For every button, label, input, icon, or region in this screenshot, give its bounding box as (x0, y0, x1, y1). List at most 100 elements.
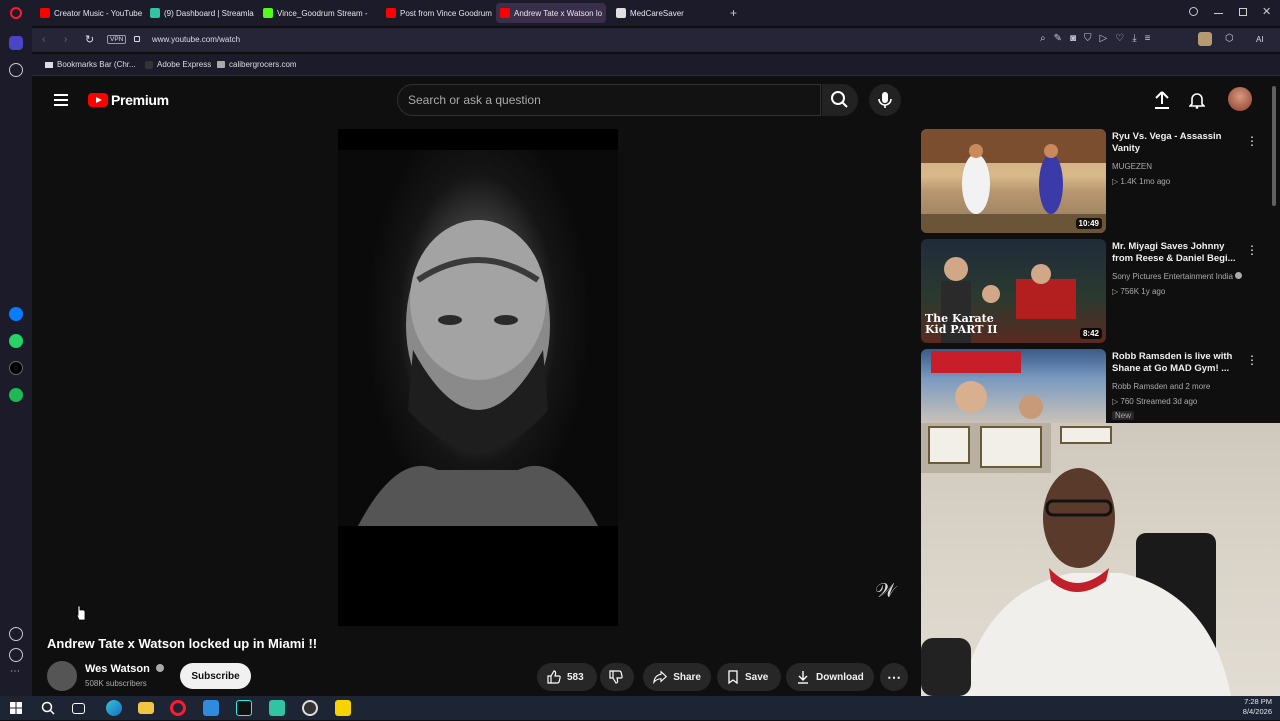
channel-avatar[interactable] (47, 661, 77, 691)
youtube-logo-icon[interactable] (88, 93, 108, 107)
messenger-icon[interactable] (9, 307, 23, 321)
zoom-icon[interactable]: ⌕ (1040, 33, 1046, 44)
browser-sidebar: ⋯ (0, 26, 32, 696)
recommendation-thumbnail[interactable]: The Karate Kid PART II 8:42 (921, 239, 1106, 343)
streamlabs-icon[interactable] (269, 700, 285, 716)
heart-icon[interactable] (9, 627, 23, 641)
recommendation-title[interactable]: Ryu Vs. Vega - Assassin Vanity (1112, 131, 1242, 155)
tab-medcaresaver[interactable]: MedCareSaver (612, 3, 702, 23)
channel-watermark-icon[interactable]: 𝒲 (875, 578, 896, 602)
recommendation-channel[interactable]: MUGEZEN (1112, 162, 1152, 171)
recommendation-channel[interactable]: Robb Ramsden and 2 more (1112, 382, 1210, 391)
youtube-favicon-icon (386, 8, 396, 18)
more-options-icon[interactable]: ⋮ (1246, 243, 1258, 257)
star-icon[interactable] (9, 63, 23, 77)
tab-post-vince[interactable]: Post from Vince Goodrum (382, 3, 492, 23)
heart-icon[interactable]: ♡ (1115, 33, 1124, 44)
medcaresaver-favicon-icon (616, 8, 626, 18)
hamburger-menu-icon[interactable] (54, 94, 68, 106)
history-icon[interactable] (9, 648, 23, 662)
more-options-icon[interactable]: ⋮ (1246, 134, 1258, 148)
x-icon[interactable] (9, 361, 23, 375)
shield-icon[interactable]: ⛉ (1084, 33, 1092, 44)
youtube-premium-logo[interactable]: Premium (111, 92, 169, 108)
voice-search-button[interactable] (869, 84, 901, 116)
search-icon (831, 91, 848, 108)
like-button[interactable]: 583 (537, 663, 597, 691)
channel-name[interactable]: Wes Watson (85, 663, 164, 675)
more-actions-button[interactable]: ⋯ (880, 663, 908, 691)
bookmark-item[interactable]: Adobe Express (145, 60, 211, 69)
subscribe-button[interactable]: Subscribe (180, 663, 251, 689)
reload-icon[interactable]: ↻ (85, 33, 94, 46)
adobe-icon (145, 60, 153, 69)
folder-icon (45, 61, 53, 68)
tab-streamlabs[interactable]: (9) Dashboard | Streamlab (146, 3, 254, 23)
forward-arrow-icon[interactable]: › (64, 34, 67, 45)
download-icon[interactable]: ⤓ (1132, 33, 1136, 44)
download-button[interactable]: Download (786, 663, 874, 691)
spotify-icon[interactable] (9, 388, 23, 402)
more-options-icon[interactable]: ⋮ (1246, 353, 1258, 367)
windows-start-icon[interactable] (8, 700, 24, 716)
new-tab-plus-icon[interactable]: + (730, 6, 737, 20)
back-arrow-icon[interactable]: ‹ (42, 34, 45, 45)
bell-icon[interactable] (1189, 91, 1205, 109)
whatsapp-icon[interactable] (9, 334, 23, 348)
windows-taskbar (0, 696, 1280, 720)
tab-creator-music[interactable]: Creator Music - YouTube S (36, 3, 142, 23)
search-tabs-icon[interactable] (1189, 7, 1198, 16)
maximize-window-icon[interactable] (1239, 8, 1247, 16)
edit-icon[interactable]: ✎ (1054, 33, 1062, 44)
tab-andrew-tate-active[interactable]: Andrew Tate x Watson lo (496, 3, 606, 23)
scrollbar[interactable] (1272, 86, 1276, 206)
minimize-window-icon[interactable] (1214, 13, 1223, 14)
recommendation-title[interactable]: Robb Ramsden is live with Shane at Go MA… (1112, 351, 1242, 375)
upload-icon[interactable] (1154, 91, 1170, 109)
ai-button[interactable]: AI (1256, 35, 1264, 44)
vpn-badge[interactable]: VPN (107, 35, 127, 44)
tab-kick-stream[interactable]: Vince_Goodrum Stream - (259, 3, 369, 23)
file-explorer-icon[interactable] (138, 702, 154, 714)
recommendation-thumbnail[interactable] (921, 349, 1106, 423)
bookmark-item[interactable]: calibergrocers.com (217, 60, 297, 69)
extensions-icon[interactable]: ⬡ (1225, 33, 1234, 44)
tiktok-icon[interactable] (236, 700, 252, 716)
recommendation-channel[interactable]: Sony Pictures Entertainment India (1112, 272, 1243, 281)
bookmark-icon (728, 670, 738, 684)
recommendation-thumbnail[interactable]: 10:49 (921, 129, 1106, 233)
dislike-button[interactable] (600, 663, 634, 691)
menu-icon[interactable]: ≡ (1145, 33, 1151, 44)
edge-browser-icon[interactable] (106, 700, 122, 716)
obs-icon[interactable] (302, 700, 318, 716)
verified-icon (155, 664, 164, 672)
play-count-icon: ▷ (1112, 397, 1119, 406)
task-view-icon[interactable] (72, 703, 85, 714)
bookmark-item[interactable]: Bookmarks Bar (Chr... (45, 60, 136, 69)
recommendation-title[interactable]: Mr. Miyagi Saves Johnny from Reese & Dan… (1112, 241, 1242, 265)
cart-icon (217, 61, 225, 68)
opera-browser-icon[interactable] (170, 700, 186, 716)
search-button[interactable] (822, 84, 858, 116)
opera-logo-icon[interactable] (10, 7, 22, 19)
streamlabs-favicon-icon (150, 8, 160, 18)
youtube-favicon-icon (40, 8, 50, 18)
thumbs-down-icon (609, 670, 623, 684)
camera-icon[interactable]: ◙ (1070, 33, 1076, 44)
sticky-notes-icon[interactable] (335, 700, 351, 716)
more-icon[interactable]: ⋯ (10, 666, 20, 677)
video-frame-portrait (338, 150, 618, 526)
url-field[interactable]: www.youtube.com/watch (152, 35, 240, 44)
system-clock[interactable]: 7:28 PM 8/4/2026 (1243, 697, 1272, 717)
save-button[interactable]: Save (717, 663, 781, 691)
store-icon[interactable] (203, 700, 219, 716)
search-icon[interactable] (40, 700, 56, 716)
close-window-icon[interactable]: ✕ (1262, 5, 1271, 18)
share-button[interactable]: Share (643, 663, 711, 691)
account-avatar[interactable] (1228, 87, 1252, 111)
profile-avatar[interactable] (1198, 32, 1212, 46)
play-icon[interactable]: ▷ (1100, 33, 1108, 44)
more-horizontal-icon: ⋯ (887, 668, 901, 685)
home-icon[interactable] (9, 36, 23, 50)
download-icon (798, 671, 808, 684)
